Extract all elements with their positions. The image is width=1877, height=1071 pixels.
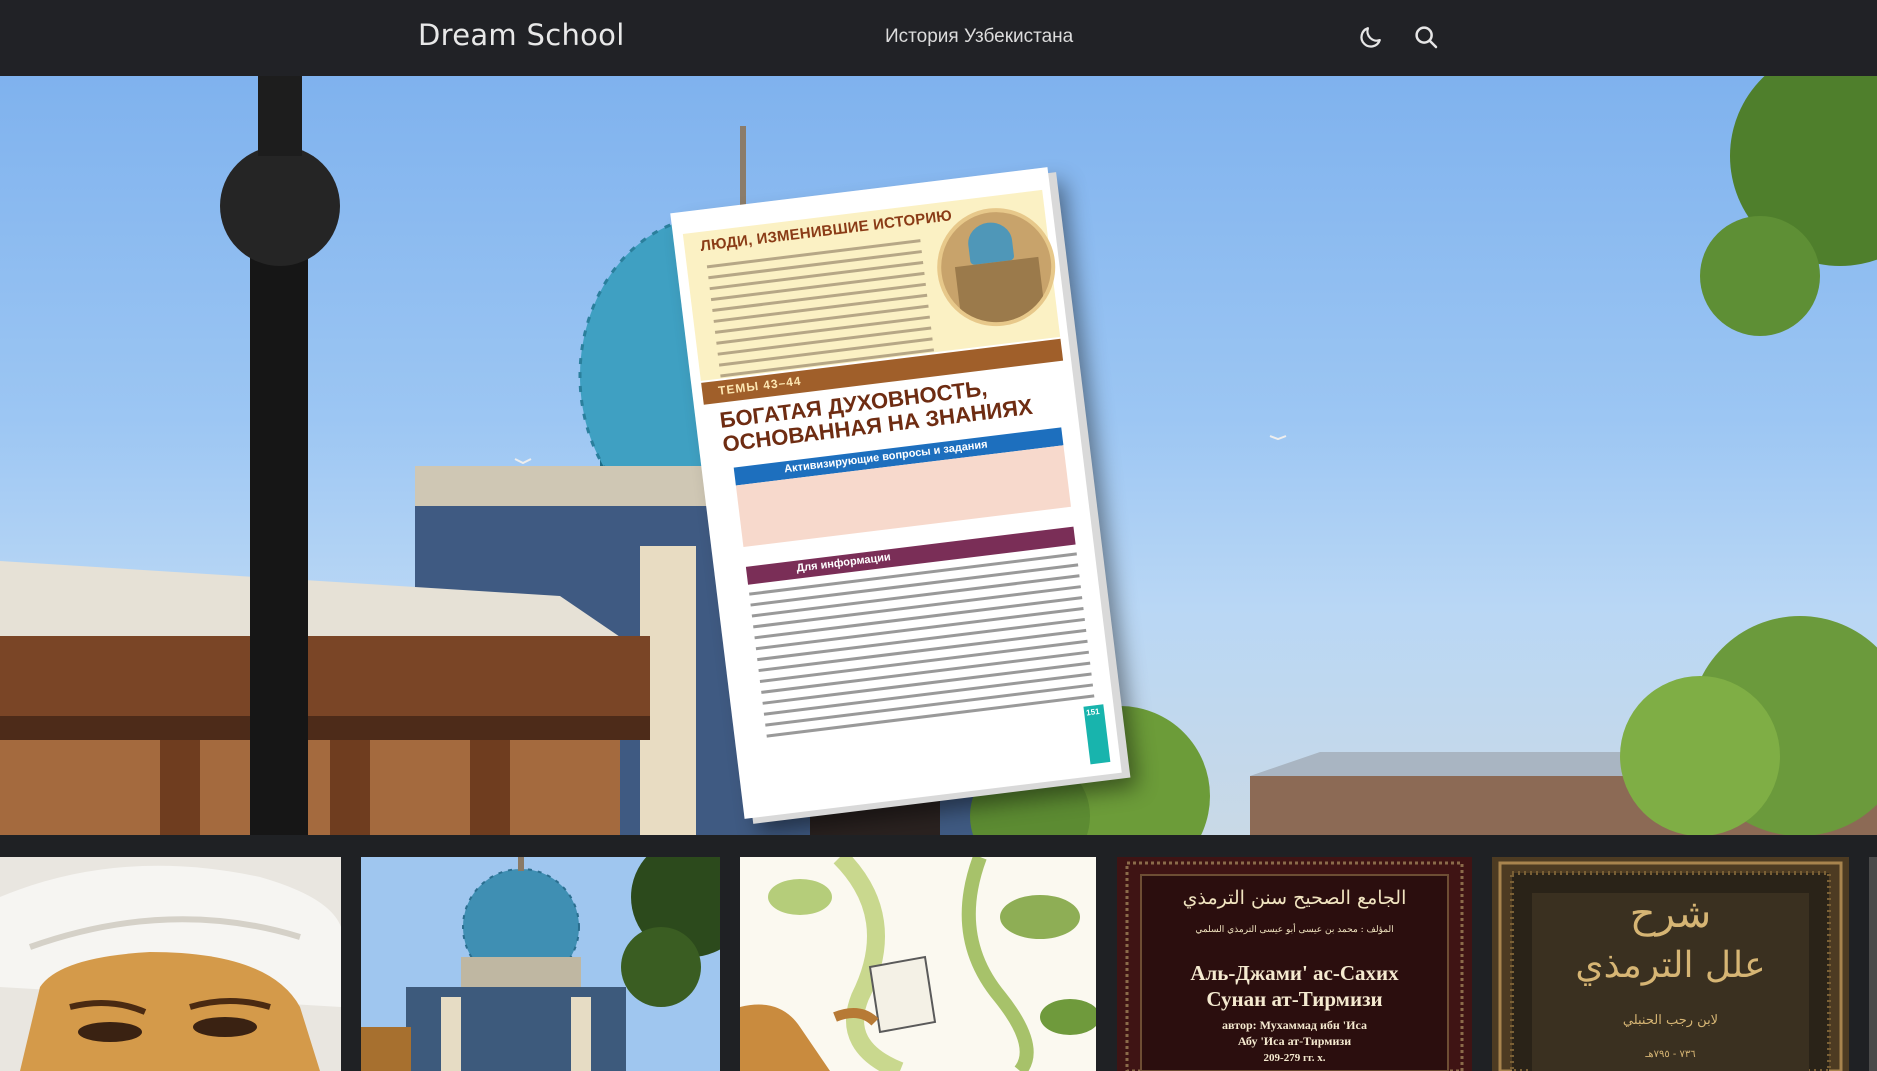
book-sharh-arabic-years: ٧٣٦ - ٧٩٥هـ: [1645, 1049, 1696, 1060]
thumbnail-strip: الجامع الصحيح سنن الترمذي المؤلف : محمد …: [0, 857, 1877, 1071]
mausoleum-image: [361, 857, 720, 1071]
book-jami-ru-title-1: Аль-Джами' ас-Сахих: [1190, 961, 1399, 985]
book-page-sheet: ЛЮДИ, ИЗМЕНИВШИЕ ИСТОРИЮ ТЕМЫ 43–44 БОГА…: [670, 167, 1122, 819]
nav-link-history[interactable]: История Узбекистана: [885, 26, 1073, 48]
thumbnail-book-sharh[interactable]: شرح علل الترمذي لابن رجب الحنبلي ٧٣٦ - ٧…: [1492, 857, 1849, 1071]
brand-logo[interactable]: Dream School: [418, 18, 625, 52]
thumbnail-portrait[interactable]: [0, 857, 341, 1071]
book-jami-ru-title-2: Сунан ат-Тирмизи: [1206, 987, 1383, 1011]
book-info-text: [749, 552, 1095, 745]
book-jami-ru-years: 209-279 гг. х.: [1263, 1052, 1326, 1064]
search-icon[interactable]: [1411, 22, 1441, 52]
book-jami-ru-author-2: Абу 'Иса ат-Тирмизи: [1237, 1034, 1352, 1048]
book-sharh-arabic-title-1: شرح: [1629, 891, 1712, 937]
book-page-number-label: 151: [1085, 706, 1101, 718]
textbook-page-image: ЛЮДИ, ИЗМЕНИВШИЕ ИСТОРИЮ ТЕМЫ 43–44 БОГА…: [670, 167, 1131, 824]
portrait-image: [0, 857, 341, 1071]
illustration-image: [740, 857, 1096, 1071]
thumbnail-illustration[interactable]: [740, 857, 1096, 1071]
book-jami-ru-author-1: автор: Мухаммад ибн 'Иса: [1222, 1018, 1367, 1032]
book-jami-arabic-title: الجامع الصحيح سنن الترمذي: [1182, 887, 1407, 909]
book-page-number: 151: [1083, 704, 1111, 765]
thumbnail-book-jami[interactable]: الجامع الصحيح سنن الترمذي المؤلف : محمد …: [1117, 857, 1472, 1071]
dome-illustration: [965, 220, 1015, 266]
book-sharh-arabic-title-2: علل الترمذي: [1575, 945, 1766, 986]
book-sharh-arabic-author: لابن رجب الحنبلي: [1622, 1013, 1719, 1028]
book-info-label: Для информации: [795, 551, 892, 575]
thumbnail-mausoleum[interactable]: [361, 857, 720, 1071]
top-navbar: Dream School История Узбекистана: [0, 0, 1877, 76]
book-jami-arabic-author: المؤلف : محمد بن عيسى أبو عيسى الترمذي ا…: [1195, 925, 1394, 935]
thumbnail-next-partial[interactable]: [1869, 857, 1877, 1071]
hero-banner[interactable]: ЛЮДИ, ИЗМЕНИВШИЕ ИСТОРИЮ ТЕМЫ 43–44 БОГА…: [0, 76, 1877, 835]
moon-icon[interactable]: [1356, 22, 1386, 52]
